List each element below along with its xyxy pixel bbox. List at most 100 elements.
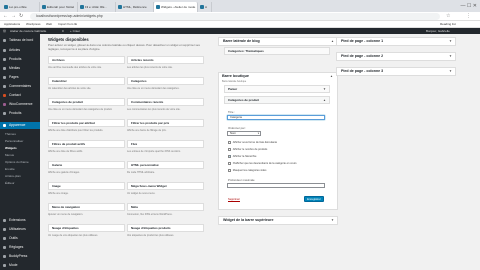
- submenu-editor[interactable]: Éditeur: [0, 181, 40, 185]
- back-arrow-icon[interactable]: ←: [3, 13, 8, 20]
- box-icon: [3, 57, 6, 61]
- sidebar-item-pages[interactable]: Pages: [0, 75, 40, 79]
- available-widget[interactable]: Archives: [48, 56, 125, 64]
- available-widget[interactable]: Catégories de produit: [48, 98, 125, 106]
- url-field[interactable]: localhost/wordpress/wp-admin/widgets.php: [30, 13, 440, 20]
- submenu-header[interactable]: En-tête: [0, 167, 40, 171]
- wrench-icon: [3, 236, 6, 240]
- delete-widget-link[interactable]: Supprimer: [228, 198, 240, 201]
- checkbox[interactable]: [228, 148, 231, 151]
- sidebar-area-blog[interactable]: Barre latérale de blog ▲: [218, 37, 338, 46]
- widget-cart[interactable]: Panier ▼: [224, 85, 330, 93]
- available-widget[interactable]: Calendrier: [48, 77, 125, 85]
- sidebar-item-contact[interactable]: Contact: [0, 93, 40, 97]
- available-widget[interactable]: HTML personnalisé: [127, 161, 204, 169]
- sidebar-item-users[interactable]: Utilisateurs: [0, 227, 40, 231]
- submenu-menus[interactable]: Menus: [0, 153, 40, 157]
- checkbox-row[interactable]: Afficher sous forme de liste déroulante: [228, 141, 277, 144]
- checkbox-row[interactable]: ✓ Afficher la hiérarchie: [228, 155, 256, 158]
- available-widget[interactable]: Filtres de produit actifs: [48, 140, 125, 148]
- available-widget[interactable]: Flux: [127, 140, 204, 148]
- available-widget[interactable]: Menu de navigation: [48, 203, 125, 211]
- browser-tab[interactable]: Editorah pour l'Hôtel: [40, 2, 78, 12]
- shirt-icon: [3, 263, 6, 267]
- archive-icon: [3, 111, 6, 115]
- submenu-customize[interactable]: Personnaliser: [0, 139, 40, 143]
- sidebar-item-products[interactable]: Produits: [0, 57, 40, 61]
- browser-tab[interactable]: Fil e: AGE: RE...: [78, 2, 116, 12]
- submenu-widgets[interactable]: Widgets: [0, 146, 40, 150]
- howdy-account[interactable]: Bonjour, Gabrielle: [426, 28, 450, 34]
- menu-icon[interactable]: ⋮: [466, 13, 471, 20]
- available-widget[interactable]: Commentaires récents: [127, 98, 204, 106]
- sidebar-item-dashboard[interactable]: Tableau de bord: [0, 38, 40, 42]
- available-widget[interactable]: Catégories: [127, 77, 204, 85]
- title-input[interactable]: Catégorie: [227, 115, 325, 120]
- available-widget[interactable]: Nuage d'étiquettes: [48, 224, 125, 232]
- max-depth-input[interactable]: [227, 183, 325, 188]
- sidebar-item-label: Outils: [9, 236, 18, 240]
- tab-favicon-icon: [200, 5, 204, 9]
- comment-icon: [3, 84, 6, 88]
- available-widget[interactable]: Filtrer les produits par attribut: [48, 119, 125, 127]
- browser-tab-active[interactable]: Widgets ‹ Atelier de mode: [154, 2, 198, 12]
- sidebar-item-mode[interactable]: Mode: [0, 263, 40, 267]
- available-widget[interactable]: Galerie: [48, 161, 125, 169]
- comments-count[interactable]: 0: [62, 28, 64, 34]
- sidebar-area-footer-2[interactable]: Pied de page - colonne 2 ▼: [336, 52, 456, 61]
- available-widget-desc: Une liste ou un menu déroulant des catég…: [127, 87, 180, 90]
- sidebar-area-top-bar[interactable]: Widget de la barre supérieure ▼: [218, 216, 338, 225]
- available-widget-desc: Ajoutez un menu de navigation.: [48, 213, 84, 216]
- sidebar-area-footer-1[interactable]: Pied de page - colonne 1 ▼: [336, 37, 456, 46]
- sidebar-item-settings[interactable]: Réglages: [0, 245, 40, 249]
- available-widget[interactable]: Méga Sous-menu Widget: [127, 182, 204, 190]
- tab-label: Lui.pro-orbite: [9, 5, 27, 9]
- star-icon[interactable]: ☆: [446, 13, 450, 20]
- bookmark-item[interactable]: Import from IE: [58, 21, 77, 28]
- available-widget-desc: Affiche une galerie d'images.: [48, 171, 80, 174]
- bookmark-item[interactable]: Reading list: [440, 21, 456, 28]
- bookmark-item[interactable]: Wordpress: [26, 21, 40, 28]
- bookmark-item[interactable]: Applications: [4, 21, 20, 28]
- reload-icon[interactable]: ↻: [19, 13, 23, 20]
- checkbox[interactable]: [228, 141, 231, 144]
- submenu-themes[interactable]: Thèmes: [0, 132, 40, 136]
- widget-categories[interactable]: Catégories: Thématiques: [224, 47, 330, 55]
- available-widget[interactable]: Image: [48, 182, 125, 190]
- available-widget[interactable]: Méta: [127, 203, 204, 211]
- available-widget[interactable]: Articles récents: [127, 56, 204, 64]
- checkbox-checked[interactable]: ✓: [228, 155, 231, 158]
- bookmark-item[interactable]: Web: [46, 21, 52, 28]
- browser-tab[interactable]: Lui.pro-orbite: [2, 2, 40, 12]
- caret-down-icon: ▼: [323, 87, 326, 91]
- checkbox-row[interactable]: Afficher le nombre de produits: [228, 148, 267, 151]
- browser-tab[interactable]: HTML, Référence: [116, 2, 154, 12]
- sidebar-item-buddypress[interactable]: BuddyPress: [0, 254, 40, 258]
- sidebar-item-comments[interactable]: Commentaires: [0, 84, 40, 88]
- available-widget[interactable]: Filtrer les produits par prix: [127, 119, 204, 127]
- checkbox-row[interactable]: N'afficher que les descendants de la cat…: [228, 162, 297, 165]
- sidebar-item-posts[interactable]: Articles: [0, 48, 40, 52]
- new-content-link[interactable]: + Créer: [70, 28, 80, 34]
- browser-tab[interactable]: A: [198, 2, 212, 12]
- checkbox[interactable]: [228, 162, 231, 165]
- widget-product-categories[interactable]: Catégories de produit ▲: [224, 96, 330, 104]
- save-button[interactable]: Enregistrer: [304, 196, 324, 202]
- tab-favicon-icon: [156, 5, 160, 9]
- submenu-background[interactable]: Arrière-plan: [0, 174, 40, 178]
- sidebar-item-products-2[interactable]: Produits: [0, 111, 40, 115]
- checkbox-row[interactable]: Masquer les catégories vides: [228, 169, 266, 172]
- sidebar-item-tools[interactable]: Outils: [0, 236, 40, 240]
- sidebar-item-woocommerce[interactable]: WooCommerce: [0, 102, 40, 106]
- order-by-select[interactable]: Nom ▾: [227, 131, 261, 136]
- submenu-theme-options[interactable]: Options du thème: [0, 160, 40, 164]
- sidebar-item-appearance[interactable]: Apparence: [0, 122, 40, 129]
- forward-arrow-icon[interactable]: →: [11, 13, 16, 20]
- sidebar-item-label: BuddyPress: [9, 254, 28, 258]
- window-controls-icon[interactable]: — ☐ ✕: [461, 2, 477, 10]
- checkbox[interactable]: [228, 169, 231, 172]
- sidebar-area-footer-3[interactable]: Pied de page - colonne 3 ▼: [336, 67, 456, 76]
- sidebar-item-media[interactable]: Médias: [0, 66, 40, 70]
- available-widget[interactable]: Nuage d'étiquettes produits: [127, 224, 204, 232]
- sidebar-item-plugins[interactable]: Extensions: [0, 218, 40, 222]
